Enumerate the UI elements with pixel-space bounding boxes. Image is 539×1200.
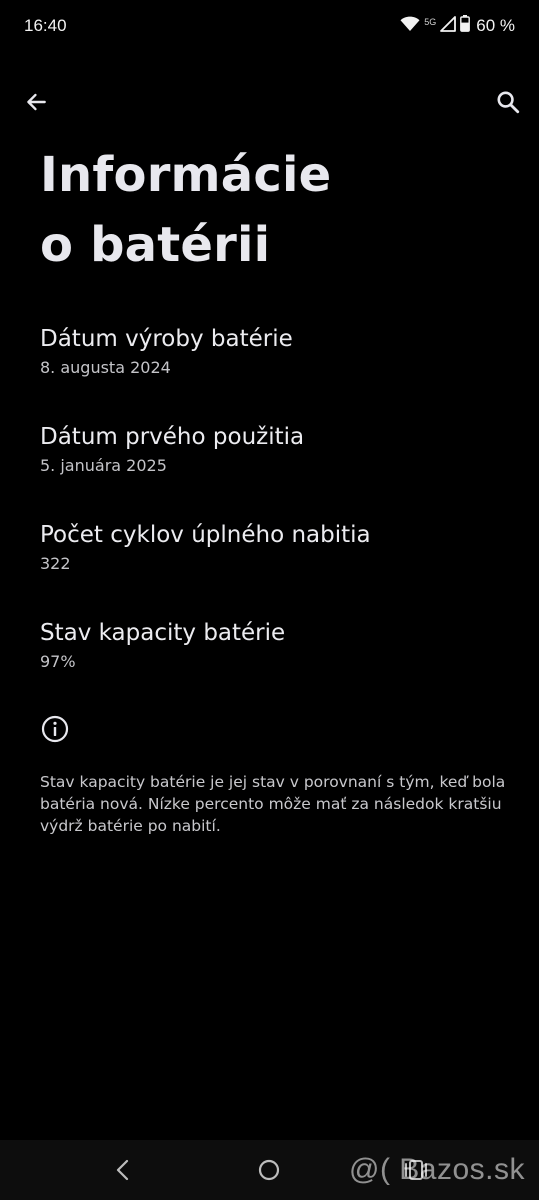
- back-button[interactable]: [14, 80, 58, 124]
- capacity-explanation-text: Stav kapacity batérie je jej stav v poro…: [40, 773, 506, 835]
- page-title: Informácie o batérii: [40, 140, 510, 280]
- battery-percentage: 60 %: [476, 16, 515, 35]
- item-title: Počet cyklov úplného nabitia: [40, 522, 371, 548]
- status-time: 16:40: [24, 16, 67, 35]
- wifi-icon: [400, 16, 420, 37]
- top-app-bar: [0, 78, 539, 126]
- battery-icon: [460, 15, 471, 37]
- item-title: Stav kapacity batérie: [40, 620, 286, 646]
- network-type: 5G: [424, 17, 437, 27]
- list-item-capacity-health[interactable]: Stav kapacity batérie 97%: [0, 612, 539, 710]
- page-title-line2: o batérii: [40, 217, 271, 273]
- list-item-cycle-count[interactable]: Počet cyklov úplného nabitia 322: [0, 514, 539, 612]
- item-value: 8. augusta 2024: [40, 358, 171, 377]
- nav-back-button[interactable]: [107, 1154, 139, 1186]
- battery-info-list: Dátum výroby batérie 8. augusta 2024 Dát…: [0, 318, 539, 710]
- nav-home-button[interactable]: [253, 1154, 285, 1186]
- info-icon: [40, 714, 70, 744]
- status-bar: 16:40 5G 60 %: [0, 0, 539, 54]
- arrow-left-icon: [27, 93, 46, 111]
- nav-recents-button[interactable]: [400, 1154, 432, 1186]
- nav-home-icon: [258, 1159, 280, 1181]
- status-icons: 5G 60 %: [400, 15, 515, 37]
- page-title-line1: Informácie: [40, 147, 332, 203]
- item-value: 97%: [40, 652, 76, 671]
- item-value: 5. januára 2025: [40, 456, 167, 475]
- list-item-first-use-date[interactable]: Dátum prvého použitia 5. januára 2025: [0, 416, 539, 514]
- item-title: Dátum prvého použitia: [40, 424, 305, 450]
- search-button[interactable]: [486, 80, 530, 124]
- nav-recents-icon: [405, 1160, 427, 1180]
- list-item-manufacture-date[interactable]: Dátum výroby batérie 8. augusta 2024: [0, 318, 539, 416]
- signal-icon: [440, 15, 457, 37]
- nav-back-icon: [116, 1159, 129, 1181]
- item-title: Dátum výroby batérie: [40, 326, 293, 352]
- system-navigation-bar: [0, 1140, 539, 1200]
- search-icon: [497, 91, 520, 114]
- item-value: 322: [40, 554, 71, 573]
